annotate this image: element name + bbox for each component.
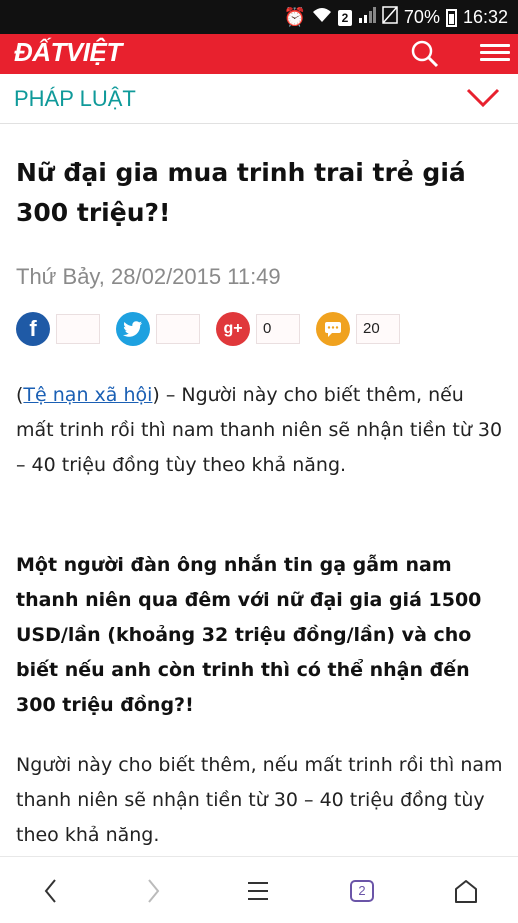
app-header: ĐẤTVIỆT [0,34,518,74]
article-intro: (Tệ nạn xã hội) – Người này cho biết thê… [16,384,503,476]
menu-button[interactable] [480,40,510,68]
home-button[interactable] [444,869,488,913]
category-link[interactable]: Tệ nạn xã hội [23,384,152,406]
chevron-down-icon [466,88,500,108]
facebook-share[interactable]: f [16,312,100,346]
site-logo[interactable]: ĐẤTVIỆT [14,37,122,68]
tabs-button[interactable]: 2 [340,869,384,913]
twitter-icon [116,312,150,346]
share-bar: f g+ 0 20 [16,312,506,352]
hamburger-icon [480,44,510,61]
comment-icon [316,312,350,346]
google-plus-count: 0 [256,314,300,344]
facebook-count [56,314,100,344]
category-dropdown-button[interactable] [466,86,500,110]
forward-button[interactable] [132,869,176,913]
comment-count: 20 [356,314,400,344]
battery-icon [445,8,457,27]
article-date: Thứ Bảy, 28/02/2015 11:49 [16,264,281,289]
google-plus-icon: g+ [216,312,250,346]
home-icon [455,880,477,903]
google-plus-share[interactable]: g+ 0 [216,312,300,346]
twitter-share[interactable] [116,312,200,346]
category-bar: PHÁP LUẬT [0,74,518,124]
no-sim-icon [382,6,398,29]
search-icon [411,40,439,68]
category-label[interactable]: PHÁP LUẬT [14,86,136,112]
back-button[interactable] [28,869,72,913]
facebook-icon: f [16,312,50,346]
clock: 16:32 [462,7,508,27]
article-title: Nữ đại gia mua trinh trai trẻ giá 300 tr… [16,158,466,227]
article-paragraph: Người này cho biết thêm, nếu mất trinh r… [16,754,503,846]
browser-bottom-bar: 2 [0,856,518,923]
tabs-icon: 2 [350,880,374,902]
chevron-left-icon [44,879,56,903]
battery-percent: 70% [403,7,440,27]
status-icons: ⏰ 2 70% 16:32 [283,6,508,29]
browser-menu-button[interactable] [236,869,280,913]
signal-icon [358,7,376,28]
wifi-icon [312,7,332,28]
status-bar: ⏰ 2 70% 16:32 [0,0,518,34]
menu-icon [248,882,268,900]
alarm-icon: ⏰ [283,7,306,27]
comment-share[interactable]: 20 [316,312,400,346]
twitter-count [156,314,200,344]
article-lead: Một người đàn ông nhắn tin gạ gẫm nam th… [16,554,482,716]
sim-badge: 2 [337,9,352,26]
chevron-right-icon [148,879,160,903]
search-button[interactable] [410,40,440,68]
